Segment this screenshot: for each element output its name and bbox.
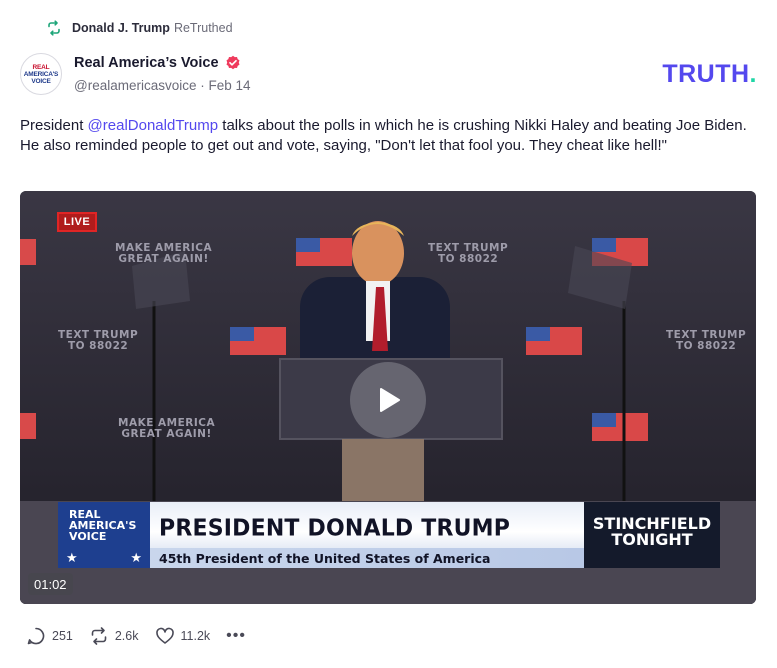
broadcast-lower-third: REAL AMERICA'S VOICE ★ ★ PRESIDENT DONALD… <box>58 502 720 568</box>
retruth-count: 2.6k <box>114 629 139 643</box>
like-count: 11.2k <box>180 629 211 643</box>
mention-link[interactable]: @realDonaldTrump <box>88 117 219 134</box>
lower-third-subtitle: 45th President of the United States of A… <box>159 551 491 566</box>
retruth-button[interactable]: 2.6k <box>89 626 139 646</box>
retruth-icon <box>46 20 62 36</box>
background-text: TEXT TRUMP TO 88022 <box>666 329 747 352</box>
post-text: President @realDonaldTrump talks about t… <box>20 117 747 154</box>
real-americas-voice-logo: REAL AMERICA'S VOICE <box>23 63 59 85</box>
video-player[interactable]: LIVE MAKE AMERICA GREAT AGAIN! TEXT TRUMP… <box>20 191 756 604</box>
verified-badge-icon <box>226 55 240 70</box>
more-icon: ••• <box>226 627 246 644</box>
author-name[interactable]: Real America’s Voice <box>74 55 219 71</box>
like-button[interactable]: 11.2k <box>155 626 211 646</box>
retruth-icon <box>91 627 107 645</box>
more-button[interactable]: ••• <box>226 627 246 645</box>
background-text: MAKE AMERICA GREAT AGAIN! <box>118 417 216 440</box>
reply-count: 251 <box>52 629 73 643</box>
background-text: TEXT TRUMP TO 88022 <box>428 242 509 265</box>
avatar[interactable]: REAL AMERICA'S VOICE <box>20 53 62 95</box>
reply-button[interactable]: 251 <box>26 626 73 646</box>
show-logo: STINCHFIELD TONIGHT <box>584 502 720 568</box>
heart-icon <box>155 627 174 644</box>
retruth-user-name[interactable]: Donald J. Trump <box>72 21 170 35</box>
author-handle-date[interactable]: @realamericasvoice · Feb 14 <box>74 78 251 93</box>
play-button[interactable] <box>350 362 426 438</box>
lower-third-banner: PRESIDENT DONALD TRUMP 45th President of… <box>150 502 584 568</box>
video-duration: 01:02 <box>28 573 73 595</box>
channel-logo: REAL AMERICA'S VOICE ★ ★ <box>58 502 150 568</box>
author-block: Real America’s Voice @realamericasvoice … <box>74 55 251 93</box>
play-icon <box>380 388 400 412</box>
retruth-label: ReTruthed <box>173 21 233 35</box>
post-actions: 251 2.6k 11.2k ••• <box>26 625 262 647</box>
truth-social-logo[interactable]: TRUTH. <box>662 60 757 89</box>
background-text: MAKE AMERICA GREAT AGAIN! <box>115 242 213 265</box>
lower-third-title: PRESIDENT DONALD TRUMP <box>159 515 511 542</box>
reply-icon <box>27 627 45 645</box>
live-badge: LIVE <box>57 212 97 232</box>
retruth-header: Donald J. Trump ReTruthed <box>46 18 233 38</box>
background-text: TEXT TRUMP TO 88022 <box>58 329 139 352</box>
